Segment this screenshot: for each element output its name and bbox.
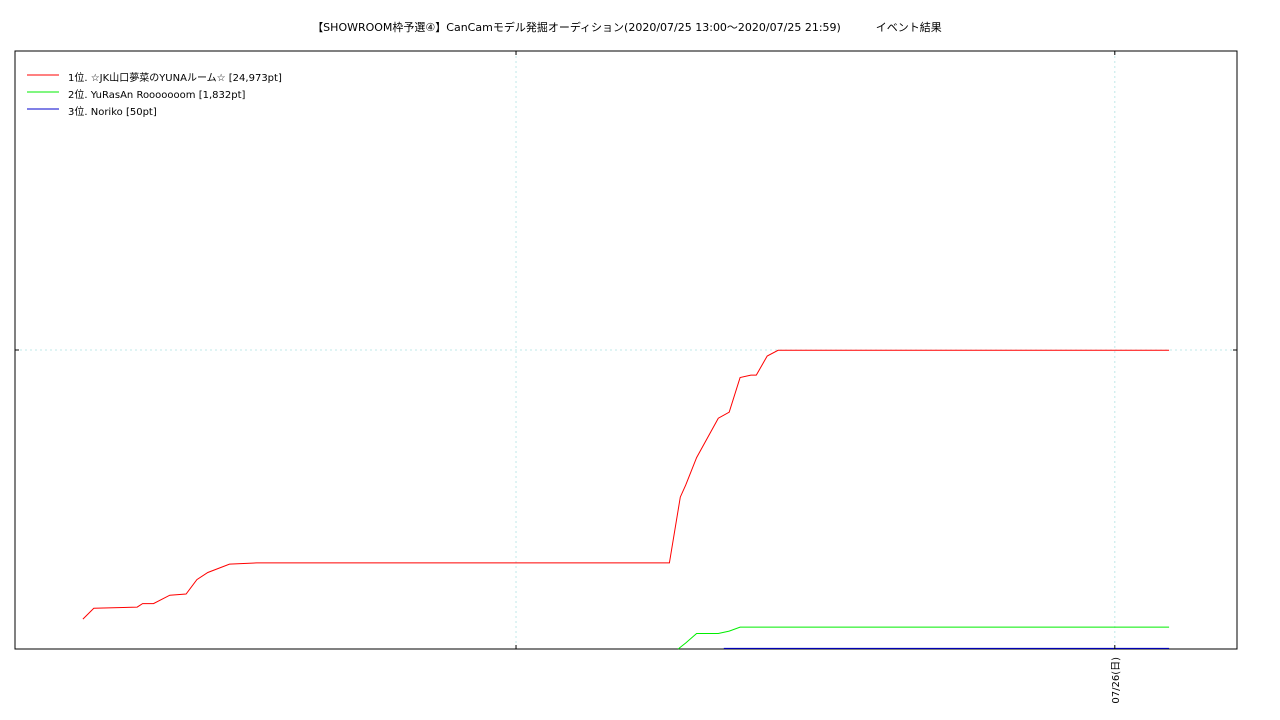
legend-label-2: 2位. YuRasAn Rooooooom [1,832pt]: [68, 88, 245, 101]
legend-label-3: 3位. Noriko [50pt]: [68, 105, 157, 118]
axis-ticks: 07/26(日): [15, 51, 1237, 704]
series-line-1: [82, 349, 1170, 620]
legend-label-1: 1位. ☆JK山口夢菜のYUNAルーム☆ [24,973pt]: [68, 71, 282, 84]
series-line-2: [677, 626, 1170, 650]
x-tick-label: 07/26(日): [1111, 657, 1122, 704]
legend: 1位. ☆JK山口夢菜のYUNAルーム☆ [24,973pt] 2位. YuRas…: [27, 71, 282, 118]
series-lines: [82, 349, 1170, 650]
line-chart: 1位. ☆JK山口夢菜のYUNAルーム☆ [24,973pt] 2位. YuRas…: [14, 50, 1238, 704]
